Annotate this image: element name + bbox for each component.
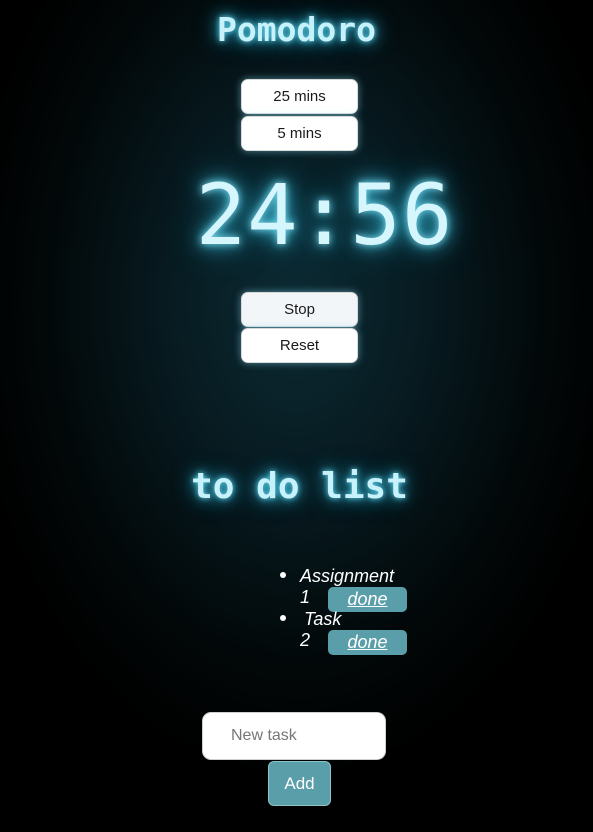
done-button[interactable]: done bbox=[328, 630, 407, 655]
list-item: Assignment 1 done bbox=[280, 566, 410, 612]
new-task-input[interactable] bbox=[202, 712, 386, 760]
list-item: Task 2 done bbox=[280, 609, 410, 655]
reset-button[interactable]: Reset bbox=[241, 328, 358, 363]
bullet-icon bbox=[280, 572, 286, 578]
timer-display: 24:56 bbox=[195, 166, 454, 264]
task-text-line1: Task bbox=[304, 609, 342, 629]
stop-button[interactable]: Stop bbox=[241, 292, 358, 327]
task-list: Assignment 1 done Task 2 done bbox=[280, 566, 410, 655]
bullet-icon bbox=[280, 615, 286, 621]
break-5-min-button[interactable]: 5 mins bbox=[241, 116, 358, 151]
todo-list-title: to do list bbox=[191, 466, 408, 507]
add-task-button[interactable]: Add bbox=[268, 761, 331, 806]
work-25-min-button[interactable]: 25 mins bbox=[241, 79, 358, 114]
app-title: Pomodoro bbox=[217, 10, 376, 49]
task-text-line1: Assignment bbox=[300, 566, 395, 586]
